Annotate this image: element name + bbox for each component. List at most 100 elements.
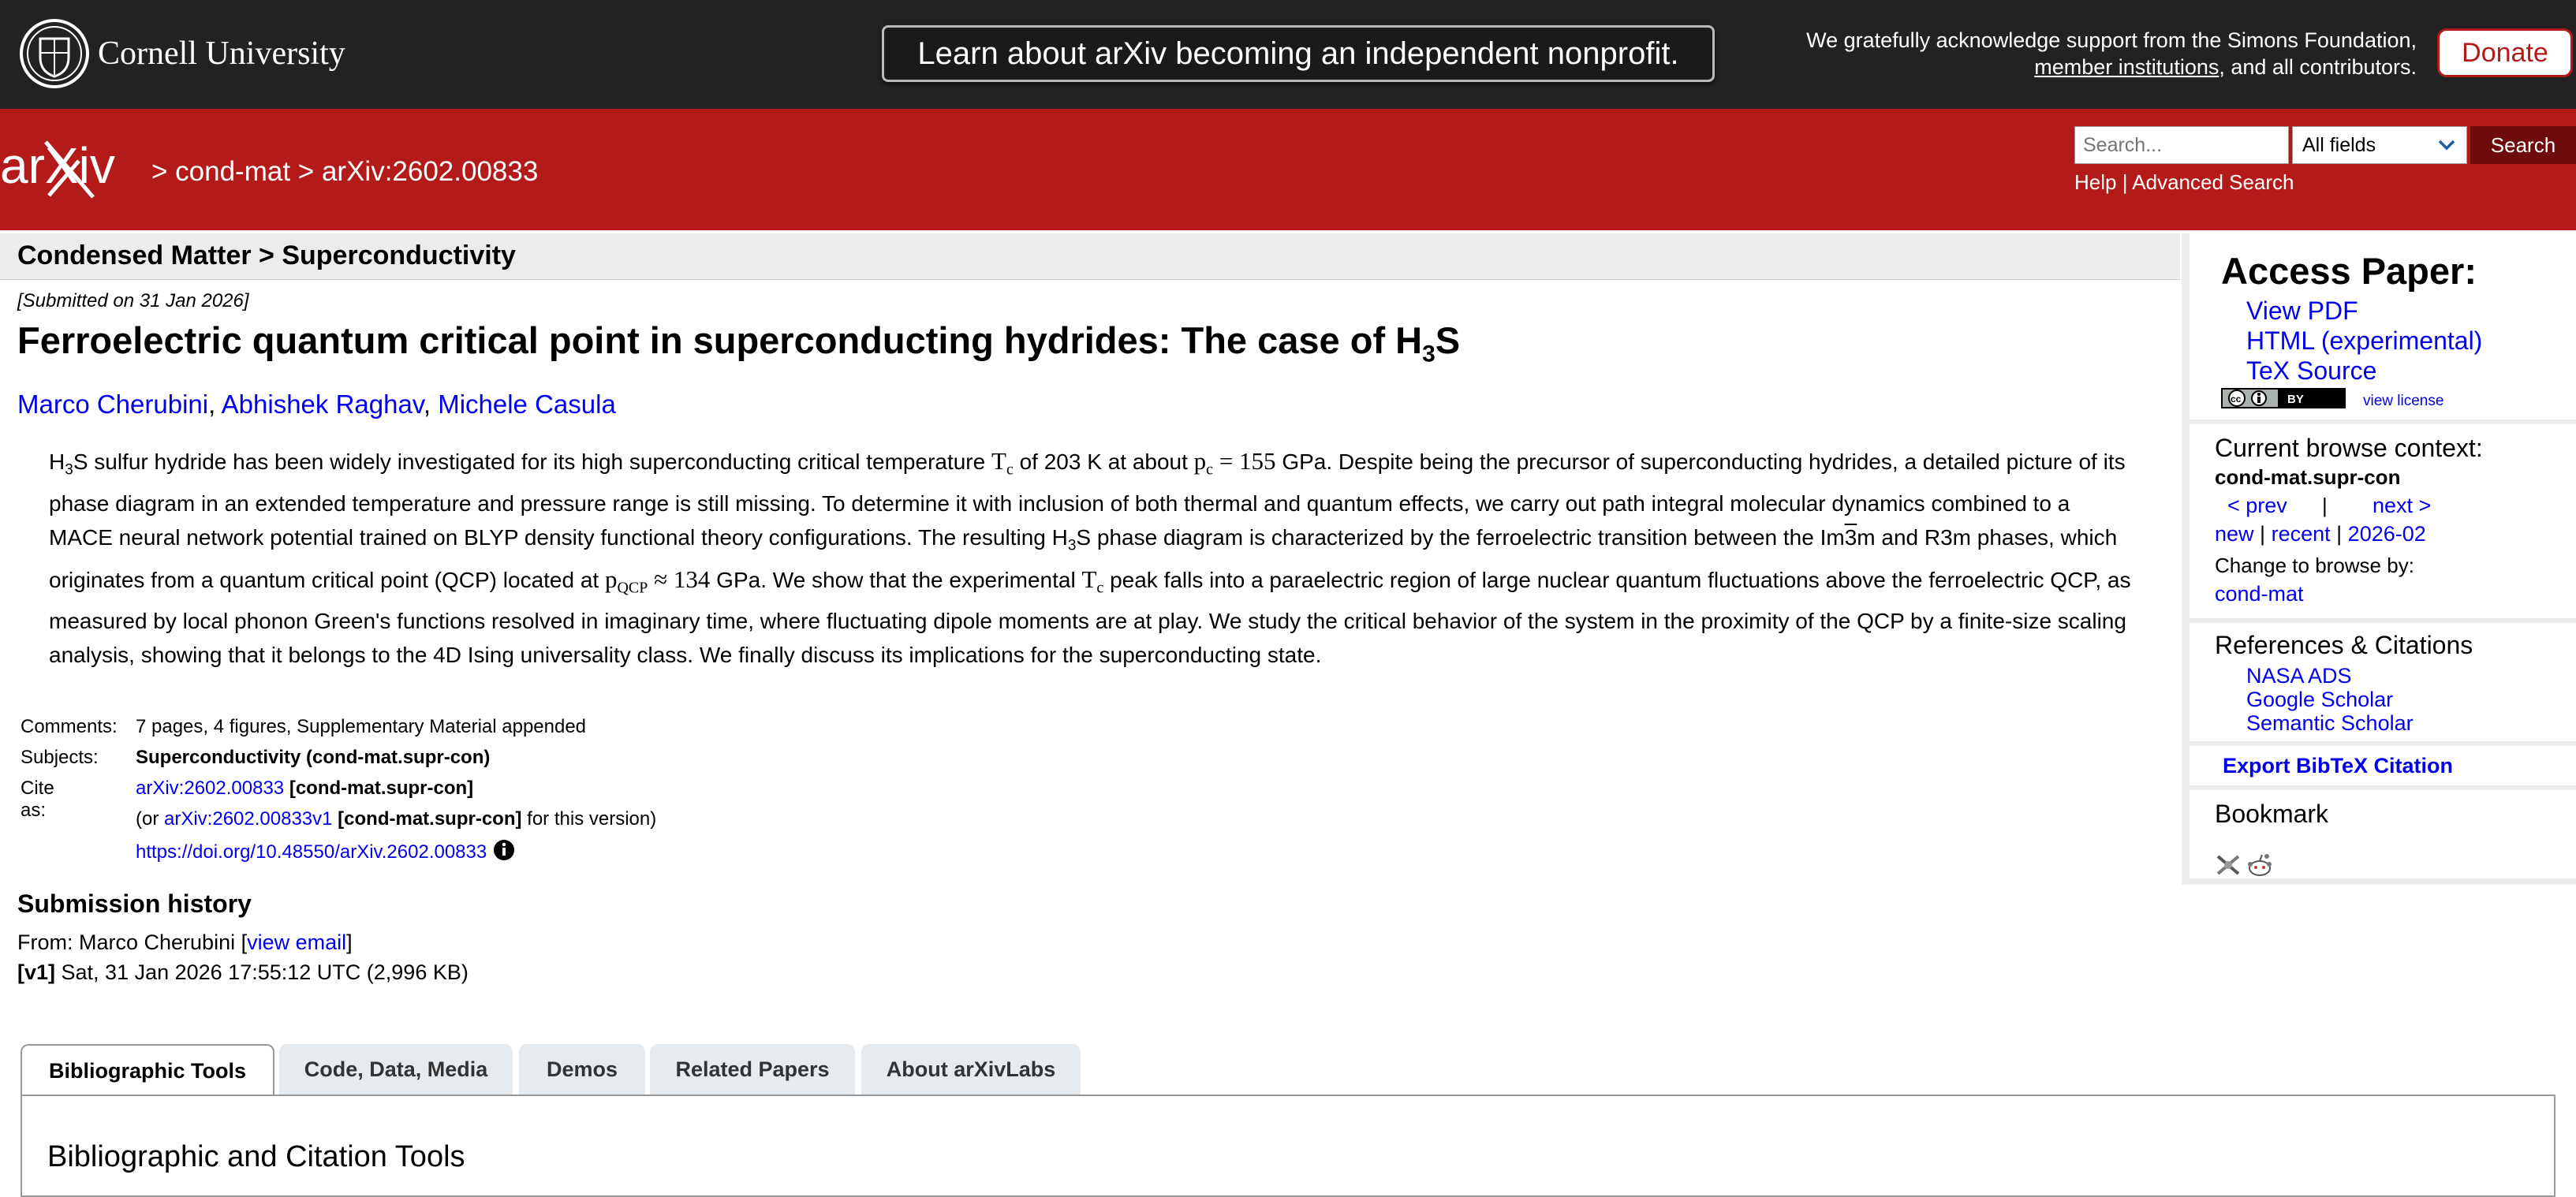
math-p: p <box>1193 447 1207 475</box>
browse-cond-mat-link[interactable]: cond-mat <box>2215 582 2304 606</box>
version-v1: [v1] Sat, 31 Jan 2026 17:55:12 UTC (2,99… <box>17 960 469 985</box>
search-field-value: All fields <box>2302 133 2376 156</box>
math-value: = 155 <box>1213 447 1276 475</box>
math-sub: c <box>1006 461 1014 479</box>
subject-heading-bar: Condensed Matter > Superconductivity <box>0 233 2180 280</box>
bookmark-box: Bookmark <box>2190 790 2576 878</box>
version-post: for this version) <box>521 808 657 830</box>
html-experimental-link[interactable]: HTML (experimental) <box>2246 326 2482 356</box>
references-citations-box: References & Citations NASA ADS Google S… <box>2190 623 2576 741</box>
math-bar3: 3 <box>1844 524 1857 550</box>
bookmark-icons <box>2215 852 2273 878</box>
author-link[interactable]: Marco Cherubini <box>17 390 208 419</box>
export-bibtex-link[interactable]: Export BibTeX Citation <box>2223 754 2453 778</box>
comments-label: Comments: <box>21 716 118 737</box>
change-browse-label: Change to browse by: <box>2215 554 2414 577</box>
member-institutions-link[interactable]: member institutions <box>2034 55 2219 79</box>
abstract-sub: 3 <box>65 461 73 479</box>
doi-link[interactable]: https://doi.org/10.48550/arXiv.2602.0083… <box>136 841 487 863</box>
pipe-separator: | <box>2336 522 2343 546</box>
next-link[interactable]: next > <box>2373 494 2431 518</box>
subjects-value: Superconductivity (cond-mat.supr-con) <box>136 747 491 768</box>
cite-category: [cond-mat.supr-con] <box>284 777 474 799</box>
math-sub: c <box>1096 579 1104 597</box>
cornell-logo-link[interactable]: Cornell University <box>19 16 345 91</box>
subjects-label: Subjects: <box>21 747 99 768</box>
reddit-icon[interactable] <box>2246 852 2273 878</box>
search-button[interactable]: Search <box>2470 126 2576 164</box>
view-pdf-link[interactable]: View PDF <box>2246 296 2358 326</box>
prev-next-separator: | <box>2322 494 2328 517</box>
nonprofit-banner-button[interactable]: Learn about arXiv becoming an independen… <box>882 25 1715 82</box>
cornell-name: Cornell University <box>98 35 345 72</box>
browse-context-title: Current browse context: <box>2215 434 2483 462</box>
panel-title: Bibliographic and Citation Tools <box>47 1140 465 1173</box>
arxiv-logo-link[interactable]: arXiv <box>0 137 147 200</box>
tab-bibliographic-tools[interactable]: Bibliographic Tools <box>21 1044 274 1096</box>
author-link[interactable]: Abhishek Raghav <box>222 390 424 419</box>
cc-by-license-icon[interactable]: cc BY <box>2221 388 2346 408</box>
access-paper-box: Access Paper: View PDF HTML (experimenta… <box>2190 233 2576 420</box>
tab-about-arxivlabs[interactable]: About arXivLabs <box>861 1044 1081 1094</box>
version-category: [cond-mat.supr-con] <box>332 808 522 830</box>
access-paper-title: Access Paper: <box>2221 250 2477 292</box>
svg-text:cc: cc <box>2231 393 2242 405</box>
info-icon[interactable] <box>493 839 515 861</box>
browse-context-value: cond-mat.supr-con <box>2215 465 2401 489</box>
support-text: We gratefully acknowledge support from t… <box>1806 27 2417 80</box>
tab-demos[interactable]: Demos <box>519 1044 645 1094</box>
advanced-search-link[interactable]: Advanced Search <box>2132 170 2294 194</box>
semantic-scholar-link[interactable]: Semantic Scholar <box>2246 711 2414 736</box>
breadcrumb[interactable]: > cond-mat > arXiv:2602.00833 <box>151 156 538 188</box>
abstract-sub: 3 <box>1067 537 1077 554</box>
nasa-ads-link[interactable]: NASA ADS <box>2246 664 2352 688</box>
math-p: p <box>604 565 618 593</box>
new-link[interactable]: new <box>2215 522 2254 546</box>
institution-banner: Cornell University Learn about arXiv bec… <box>0 0 2576 109</box>
donate-button[interactable]: Donate <box>2437 28 2573 77</box>
search-input[interactable] <box>2074 126 2289 164</box>
v1-text: Sat, 31 Jan 2026 17:55:12 UTC (2,996 KB) <box>55 960 469 984</box>
browse-context-box: Current browse context: cond-mat.supr-co… <box>2190 424 2576 618</box>
bookmark-title: Bookmark <box>2215 800 2329 828</box>
browse-list-links: new | recent | 2026-02 <box>2215 522 2426 546</box>
view-license-link[interactable]: view license <box>2363 393 2443 410</box>
subject-heading: Condensed Matter > Superconductivity <box>17 241 516 270</box>
month-link[interactable]: 2026-02 <box>2348 522 2426 546</box>
math-tc: T <box>991 447 1006 475</box>
submission-date: [Submitted on 31 Jan 2026] <box>17 290 249 311</box>
bibsonomy-icon[interactable] <box>2215 852 2242 878</box>
paper-title: Ferroelectric quantum critical point in … <box>17 319 1460 367</box>
title-subscript: 3 <box>1422 341 1435 367</box>
extra-services-sidebar: Access Paper: View PDF HTML (experimenta… <box>2182 233 2576 885</box>
pipe-separator: | <box>2260 522 2266 546</box>
from-close: ] <box>346 930 353 954</box>
search-help-links: Help | Advanced Search <box>2074 170 2294 195</box>
view-email-link[interactable]: view email <box>247 930 346 954</box>
from-text: From: Marco Cherubini [ <box>17 930 248 954</box>
arxiv-logo-icon: arXiv <box>0 137 115 199</box>
support-line-2-rest: , and all contributors. <box>2219 55 2417 79</box>
cite-id-link[interactable]: arXiv:2602.00833 <box>136 777 284 799</box>
google-scholar-link[interactable]: Google Scholar <box>2246 688 2393 712</box>
math-tc: T <box>1081 565 1097 593</box>
search-field-select[interactable]: All fields <box>2292 126 2467 164</box>
author-link[interactable]: Michele Casula <box>438 390 616 419</box>
abstract: H3S sulfur hydride has been widely inves… <box>49 445 2131 672</box>
version-pre: (or <box>136 808 164 830</box>
recent-link[interactable]: recent <box>2272 522 2331 546</box>
comments-value: 7 pages, 4 figures, Supplementary Materi… <box>136 716 587 737</box>
prev-link[interactable]: < prev <box>2227 494 2287 518</box>
math-value: ≈ 134 <box>648 565 711 593</box>
v1-label: [v1] <box>17 960 56 984</box>
version-id-link[interactable]: arXiv:2602.00833v1 <box>164 808 333 830</box>
tex-source-link[interactable]: TeX Source <box>2246 356 2376 386</box>
tab-related-papers[interactable]: Related Papers <box>650 1044 855 1094</box>
abstract-text: of 203 K at about <box>1013 449 1194 474</box>
help-link[interactable]: Help <box>2074 170 2116 194</box>
math-sub: c <box>1206 461 1214 479</box>
abstract-text: S phase diagram is characterized by the … <box>1076 524 1845 550</box>
tab-code-data-media[interactable]: Code, Data, Media <box>279 1044 513 1094</box>
abstract-text: GPa. We show that the experimental <box>710 567 1082 592</box>
abstract-text: H <box>49 449 65 474</box>
